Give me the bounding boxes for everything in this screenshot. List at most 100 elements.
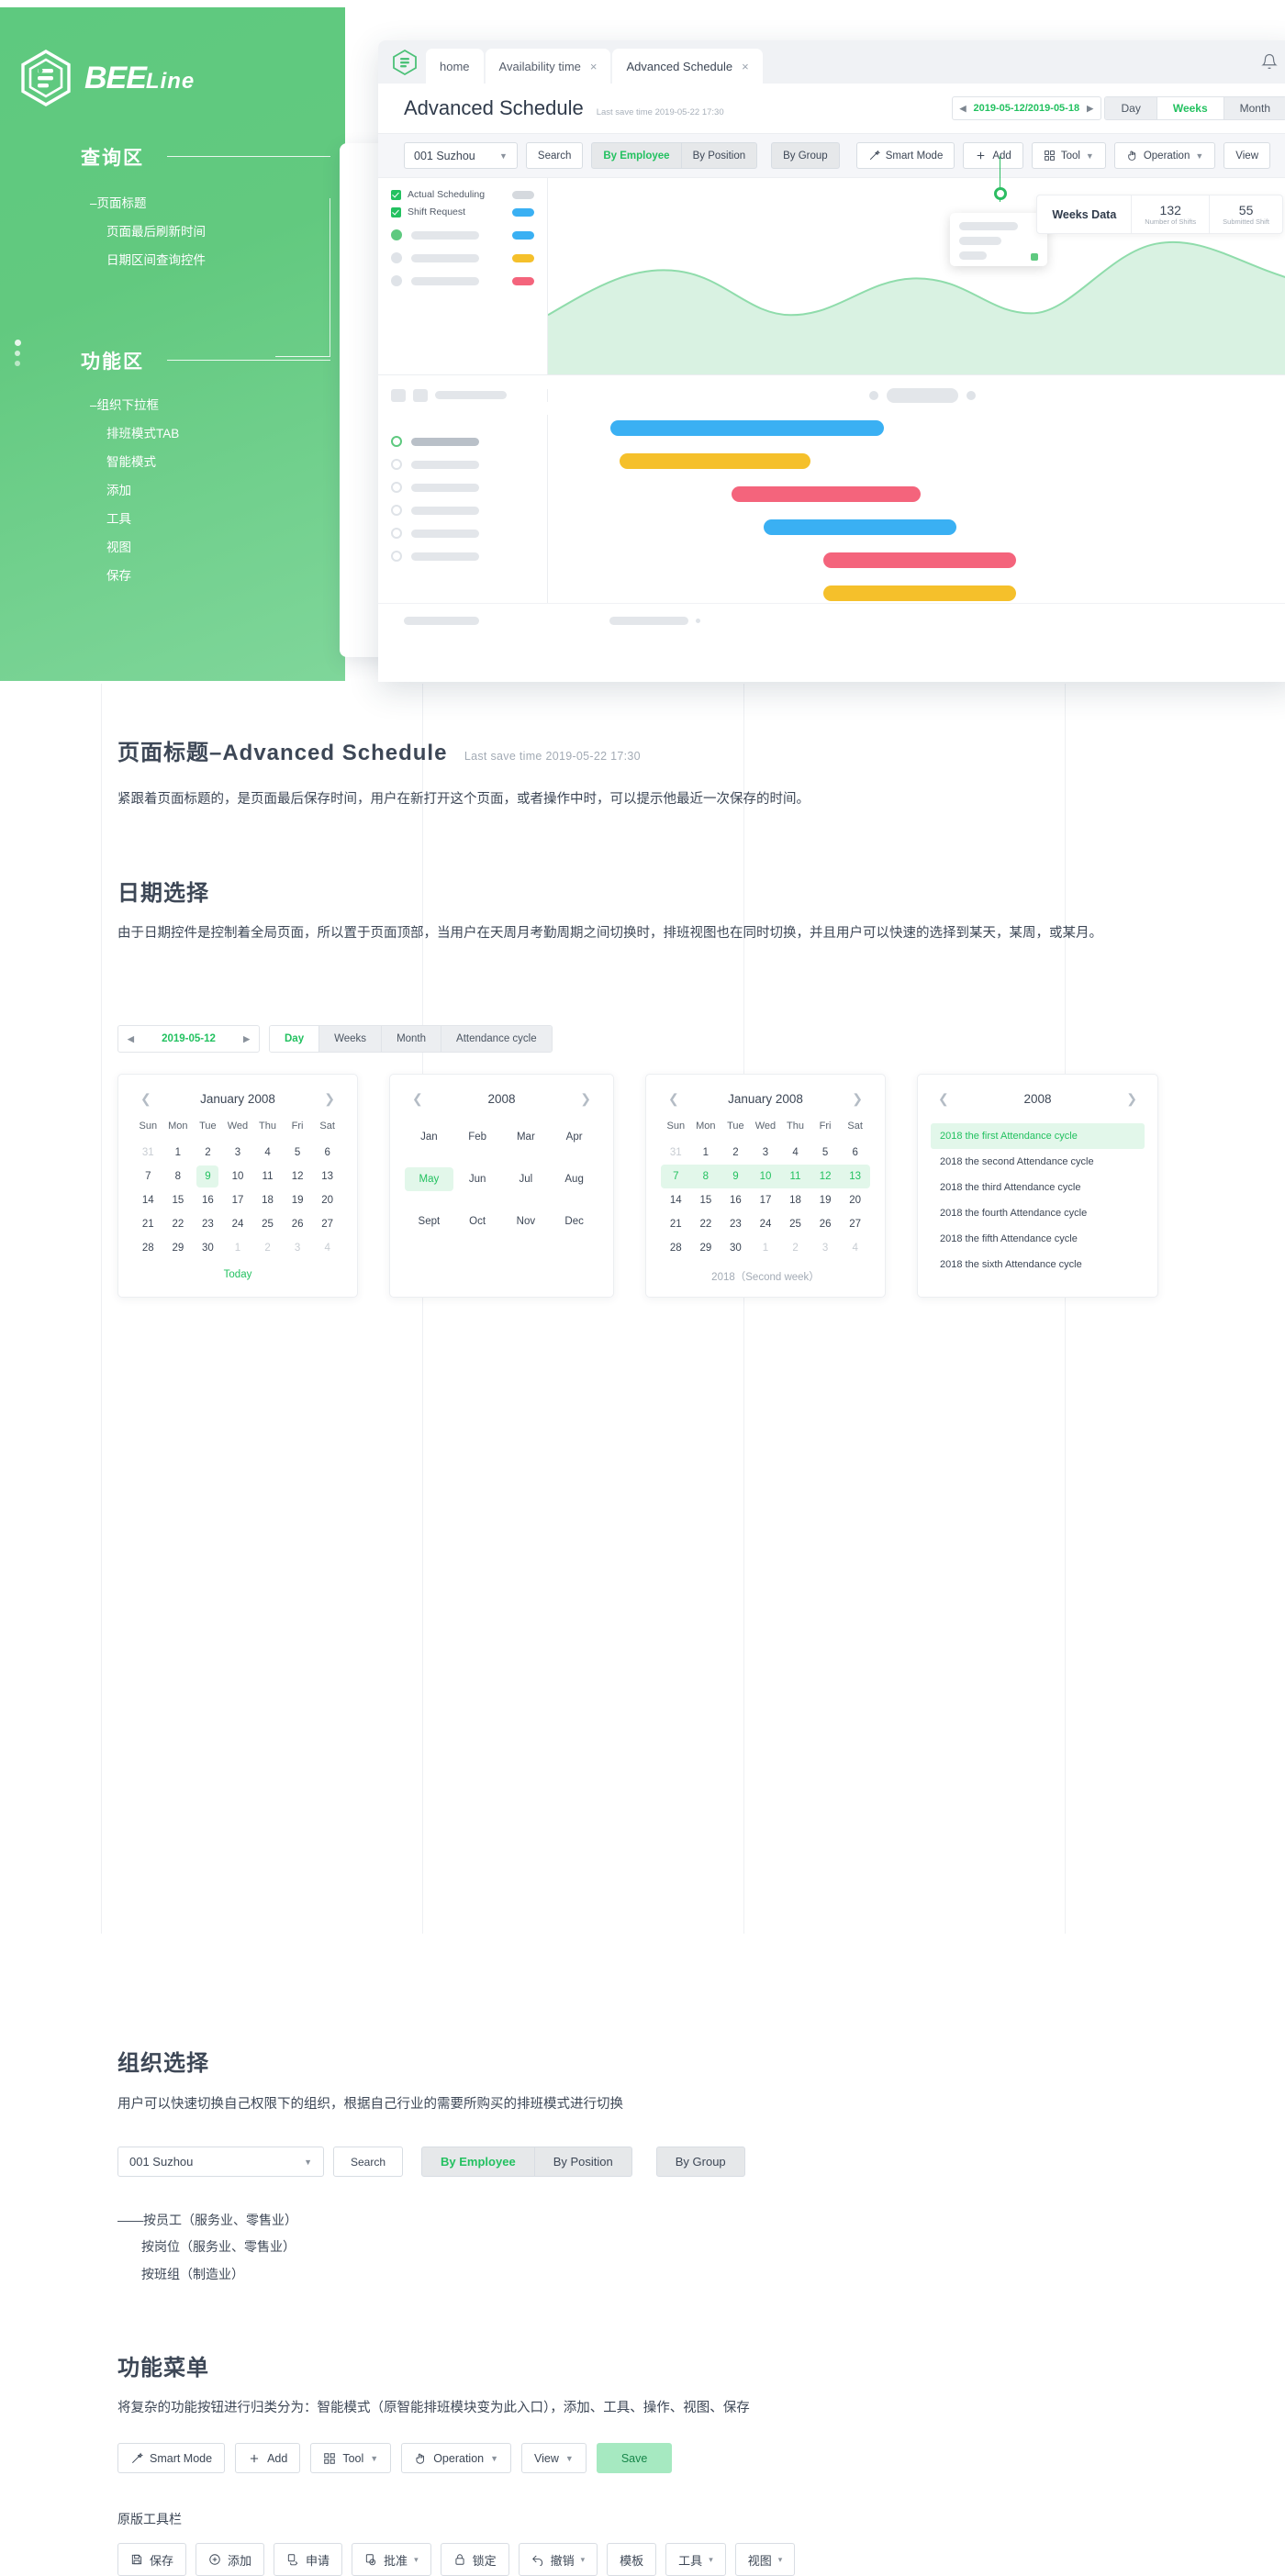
segment-day[interactable]: Day [270,1026,320,1052]
month-cell[interactable]: Apr [550,1125,598,1149]
day-cell[interactable]: 4 [780,1141,810,1165]
day-cell[interactable]: 6 [840,1141,870,1165]
day-cell[interactable]: 4 [840,1236,870,1260]
organization-select[interactable]: 001 Suzhou ▼ [404,142,518,169]
next-year-icon[interactable]: ❯ [1126,1091,1137,1107]
day-cell[interactable]: 12 [810,1165,841,1188]
cycle-item[interactable]: 2018 the second Attendance cycle [931,1149,1145,1175]
day-cell[interactable]: 2 [780,1236,810,1260]
next-arrow-icon[interactable]: ▶ [1087,104,1093,114]
prev-arrow-icon[interactable]: ◀ [128,1034,134,1044]
chart-data-point[interactable] [994,187,1007,200]
day-cell[interactable]: 9 [721,1165,751,1188]
view-mode-segment[interactable]: Day Weeks Month [1104,96,1285,120]
day-cell-selected[interactable]: 9 [193,1165,223,1188]
day-cell[interactable]: 4 [252,1141,283,1165]
month-cell[interactable]: Jun [453,1167,502,1191]
day-cell[interactable]: 6 [312,1141,342,1165]
cycle-item[interactable]: 2018 the sixth Attendance cycle [931,1252,1145,1277]
month-cell[interactable]: Aug [550,1167,598,1191]
view-button[interactable]: View [1224,142,1270,169]
day-cell[interactable]: 25 [780,1212,810,1236]
day-cell[interactable]: 26 [810,1212,841,1236]
day-cell[interactable]: 16 [721,1188,751,1212]
day-cell[interactable]: 17 [751,1188,781,1212]
day-cell[interactable]: 28 [661,1236,691,1260]
day-cell[interactable]: 5 [810,1141,841,1165]
operation-button[interactable]: Operation ▼ [401,2443,512,2473]
smart-mode-button[interactable]: Smart Mode [855,142,955,169]
legacy-undo-button[interactable]: 撤销 ▾ [518,2543,598,2576]
smart-mode-button[interactable]: Smart Mode [117,2443,226,2473]
next-month-icon[interactable]: ❯ [324,1091,335,1107]
day-cell[interactable]: 28 [133,1236,163,1260]
day-cell[interactable]: 18 [252,1188,283,1212]
operation-button[interactable]: Operation ▼ [1113,142,1216,169]
close-icon[interactable]: × [742,60,749,73]
search-button[interactable]: Search [525,142,584,169]
day-cell[interactable]: 1 [751,1236,781,1260]
segment-day[interactable]: Day [1105,97,1157,119]
notification-bell-icon[interactable] [1261,53,1278,70]
day-grid[interactable]: Sun Mon Tue Wed Thu Fri Sat 31 1 2 3 4 5… [133,1120,342,1260]
day-cell[interactable]: 19 [283,1188,313,1212]
browser-tab-availability-time[interactable]: Availability time × [485,49,611,84]
next-month-icon[interactable]: ❯ [852,1091,863,1107]
tab-by-position[interactable]: By Position [680,142,758,169]
tool-button[interactable]: Tool ▼ [1031,142,1106,169]
day-cell[interactable]: 21 [661,1212,691,1236]
day-cell[interactable]: 24 [751,1212,781,1236]
date-mode-segment[interactable]: Day Weeks Month Attendance cycle [269,1025,553,1053]
legacy-lock-button[interactable]: 锁定 [440,2543,509,2576]
cycle-item-selected[interactable]: 2018 the first Attendance cycle [931,1123,1145,1149]
checkbox-shift-request[interactable]: Shift Request [391,206,534,217]
day-cell[interactable]: 18 [780,1188,810,1212]
day-cell[interactable]: 2 [193,1141,223,1165]
day-cell[interactable]: 31 [661,1141,691,1165]
next-arrow-icon[interactable]: ▶ [243,1034,250,1044]
month-cell[interactable]: Feb [453,1125,502,1149]
cycle-list[interactable]: 2018 the first Attendance cycle 2018 the… [931,1123,1145,1277]
search-button[interactable]: Search [333,2147,404,2177]
gantt-bar[interactable] [764,519,956,535]
view-button[interactable]: View ▼ [521,2443,587,2473]
tab-by-group[interactable]: By Group [771,142,840,169]
day-cell[interactable]: 20 [840,1188,870,1212]
checkbox-icon[interactable] [391,206,401,217]
day-cell[interactable]: 14 [133,1188,163,1212]
tab-by-employee[interactable]: By Employee [421,2147,535,2177]
segment-month[interactable]: Month [382,1026,442,1052]
gantt-bar[interactable] [823,585,1016,601]
prev-month-icon[interactable]: ❮ [140,1091,151,1107]
legacy-approve-button[interactable]: 批准 ▾ [352,2543,431,2576]
day-cell[interactable]: 15 [691,1188,721,1212]
prev-arrow-icon[interactable]: ◀ [960,104,967,114]
date-value-stepper[interactable]: ◀ 2019-05-12 ▶ [117,1025,260,1053]
day-cell[interactable]: 1 [691,1141,721,1165]
day-cell[interactable]: 8 [163,1165,194,1188]
day-cell[interactable]: 17 [223,1188,253,1212]
month-cell[interactable]: Jan [405,1125,453,1149]
gantt-bar[interactable] [620,453,810,469]
day-cell[interactable]: 23 [193,1212,223,1236]
tool-button[interactable]: Tool ▼ [310,2443,392,2473]
day-cell[interactable]: 3 [810,1236,841,1260]
segment-month[interactable]: Month [1224,97,1285,119]
day-cell[interactable]: 10 [750,1165,781,1188]
day-cell[interactable]: 14 [661,1188,691,1212]
checkbox-actual-scheduling[interactable]: Actual Scheduling [391,189,534,200]
month-cell[interactable]: Dec [550,1210,598,1233]
day-cell[interactable]: 16 [193,1188,223,1212]
prev-year-icon[interactable]: ❮ [938,1091,949,1107]
browser-tab-advanced-schedule[interactable]: Advanced Schedule × [612,49,763,84]
day-cell[interactable]: 29 [163,1236,194,1260]
add-button[interactable]: Add [963,142,1023,169]
tab-by-employee[interactable]: By Employee [591,142,682,169]
day-cell[interactable]: 19 [810,1188,841,1212]
day-cell[interactable]: 11 [252,1165,283,1188]
tab-by-position[interactable]: By Position [534,2147,632,2177]
day-cell[interactable]: 3 [223,1141,253,1165]
day-cell[interactable]: 15 [163,1188,194,1212]
cycle-item[interactable]: 2018 the fifth Attendance cycle [931,1226,1145,1252]
day-cell[interactable]: 27 [312,1212,342,1236]
